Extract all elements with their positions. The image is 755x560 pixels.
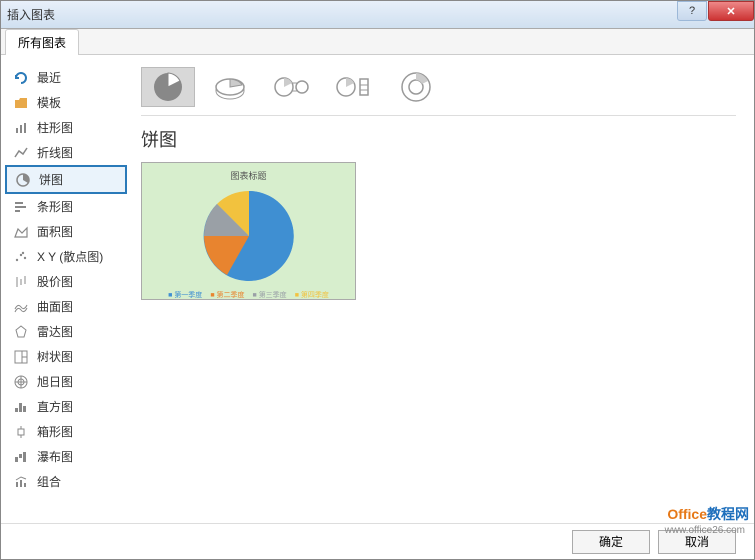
subtype-row [141, 67, 736, 116]
subtype-title: 饼图 [141, 126, 736, 152]
sidebar-item-area[interactable]: 面积图 [5, 219, 127, 244]
sidebar-item-label: 曲面图 [37, 298, 73, 315]
sidebar: 最近 模板 柱形图 折线图 饼图 条形图 [1, 55, 131, 523]
sidebar-item-label: 树状图 [37, 348, 73, 365]
area-chart-icon [13, 224, 29, 240]
scatter-chart-icon [13, 249, 29, 265]
subtype-doughnut[interactable] [389, 67, 443, 107]
sidebar-item-treemap[interactable]: 树状图 [5, 344, 127, 369]
tabstrip: 所有图表 [1, 29, 754, 55]
tab-all-charts[interactable]: 所有图表 [5, 29, 79, 55]
titlebar-title: 插入图表 [7, 6, 55, 23]
stock-chart-icon [13, 274, 29, 290]
radar-chart-icon [13, 324, 29, 340]
content-area: 最近 模板 柱形图 折线图 饼图 条形图 [1, 55, 754, 523]
sidebar-item-label: 组合 [37, 473, 61, 490]
sidebar-item-pie[interactable]: 饼图 [5, 165, 127, 194]
sidebar-item-line[interactable]: 折线图 [5, 140, 127, 165]
sidebar-item-waterfall[interactable]: 瀑布图 [5, 444, 127, 469]
combo-chart-icon [13, 474, 29, 490]
watermark-brand: Office [667, 506, 707, 522]
sidebar-item-label: 模板 [37, 94, 61, 111]
sidebar-item-label: X Y (散点图) [37, 248, 103, 265]
sidebar-item-label: 折线图 [37, 144, 73, 161]
sidebar-item-radar[interactable]: 雷达图 [5, 319, 127, 344]
histogram-icon [13, 399, 29, 415]
bar-chart-icon [13, 199, 29, 215]
folder-icon [13, 95, 29, 111]
sidebar-item-label: 柱形图 [37, 119, 73, 136]
sidebar-item-label: 最近 [37, 69, 61, 86]
close-button[interactable]: ✕ [708, 1, 754, 21]
boxplot-icon [13, 424, 29, 440]
sidebar-item-recent[interactable]: 最近 [5, 65, 127, 90]
preview-legend: 第一季度 第二季度 第三季度 第四季度 [168, 290, 329, 300]
sidebar-item-label: 箱形图 [37, 423, 73, 440]
watermark-url: www.office26.com [665, 525, 745, 536]
ok-button[interactable]: 确定 [572, 530, 650, 554]
sidebar-item-label: 股价图 [37, 273, 73, 290]
legend-item: 第二季度 [210, 290, 244, 300]
sidebar-item-sunburst[interactable]: 旭日图 [5, 369, 127, 394]
preview-chart-title: 图表标题 [230, 169, 266, 182]
sidebar-item-stock[interactable]: 股价图 [5, 269, 127, 294]
sidebar-item-column[interactable]: 柱形图 [5, 115, 127, 140]
watermark-brand2: 教程网 [707, 506, 749, 522]
surface-chart-icon [13, 299, 29, 315]
dialog-footer: 确定 取消 [1, 523, 754, 559]
chart-preview[interactable]: 图表标题 第一季度 第二季度 第三季度 [141, 162, 356, 300]
help-button[interactable]: ? [677, 1, 707, 21]
sidebar-item-label: 瀑布图 [37, 448, 73, 465]
dialog-window: 插入图表 ? ✕ 所有图表 最近 模板 柱形图 折线图 [0, 0, 755, 560]
waterfall-icon [13, 449, 29, 465]
legend-item: 第三季度 [253, 290, 287, 300]
column-chart-icon [13, 120, 29, 136]
subtype-pie-of-pie[interactable] [265, 67, 319, 107]
sidebar-item-boxplot[interactable]: 箱形图 [5, 419, 127, 444]
titlebar-buttons: ? ✕ [677, 1, 754, 21]
treemap-icon [13, 349, 29, 365]
watermark: Office教程网 [667, 504, 749, 524]
sidebar-item-templates[interactable]: 模板 [5, 90, 127, 115]
preview-pie [199, 186, 299, 286]
sidebar-item-histogram[interactable]: 直方图 [5, 394, 127, 419]
sunburst-icon [13, 374, 29, 390]
sidebar-item-label: 饼图 [39, 171, 63, 188]
sidebar-item-combo[interactable]: 组合 [5, 469, 127, 494]
legend-item: 第四季度 [295, 290, 329, 300]
sidebar-item-scatter[interactable]: X Y (散点图) [5, 244, 127, 269]
sidebar-item-label: 旭日图 [37, 373, 73, 390]
sidebar-item-label: 雷达图 [37, 323, 73, 340]
subtype-pie-3d[interactable] [203, 67, 257, 107]
subtype-pie[interactable] [141, 67, 195, 107]
sidebar-item-bar[interactable]: 条形图 [5, 194, 127, 219]
titlebar: 插入图表 ? ✕ [1, 1, 754, 29]
line-chart-icon [13, 145, 29, 161]
sidebar-item-label: 条形图 [37, 198, 73, 215]
legend-item: 第一季度 [168, 290, 202, 300]
pie-chart-icon [15, 172, 31, 188]
sidebar-item-surface[interactable]: 曲面图 [5, 294, 127, 319]
recent-icon [13, 70, 29, 86]
main-panel: 饼图 图表标题 第一季度 第二季度 [131, 55, 754, 523]
subtype-bar-of-pie[interactable] [327, 67, 381, 107]
sidebar-item-label: 直方图 [37, 398, 73, 415]
sidebar-item-label: 面积图 [37, 223, 73, 240]
